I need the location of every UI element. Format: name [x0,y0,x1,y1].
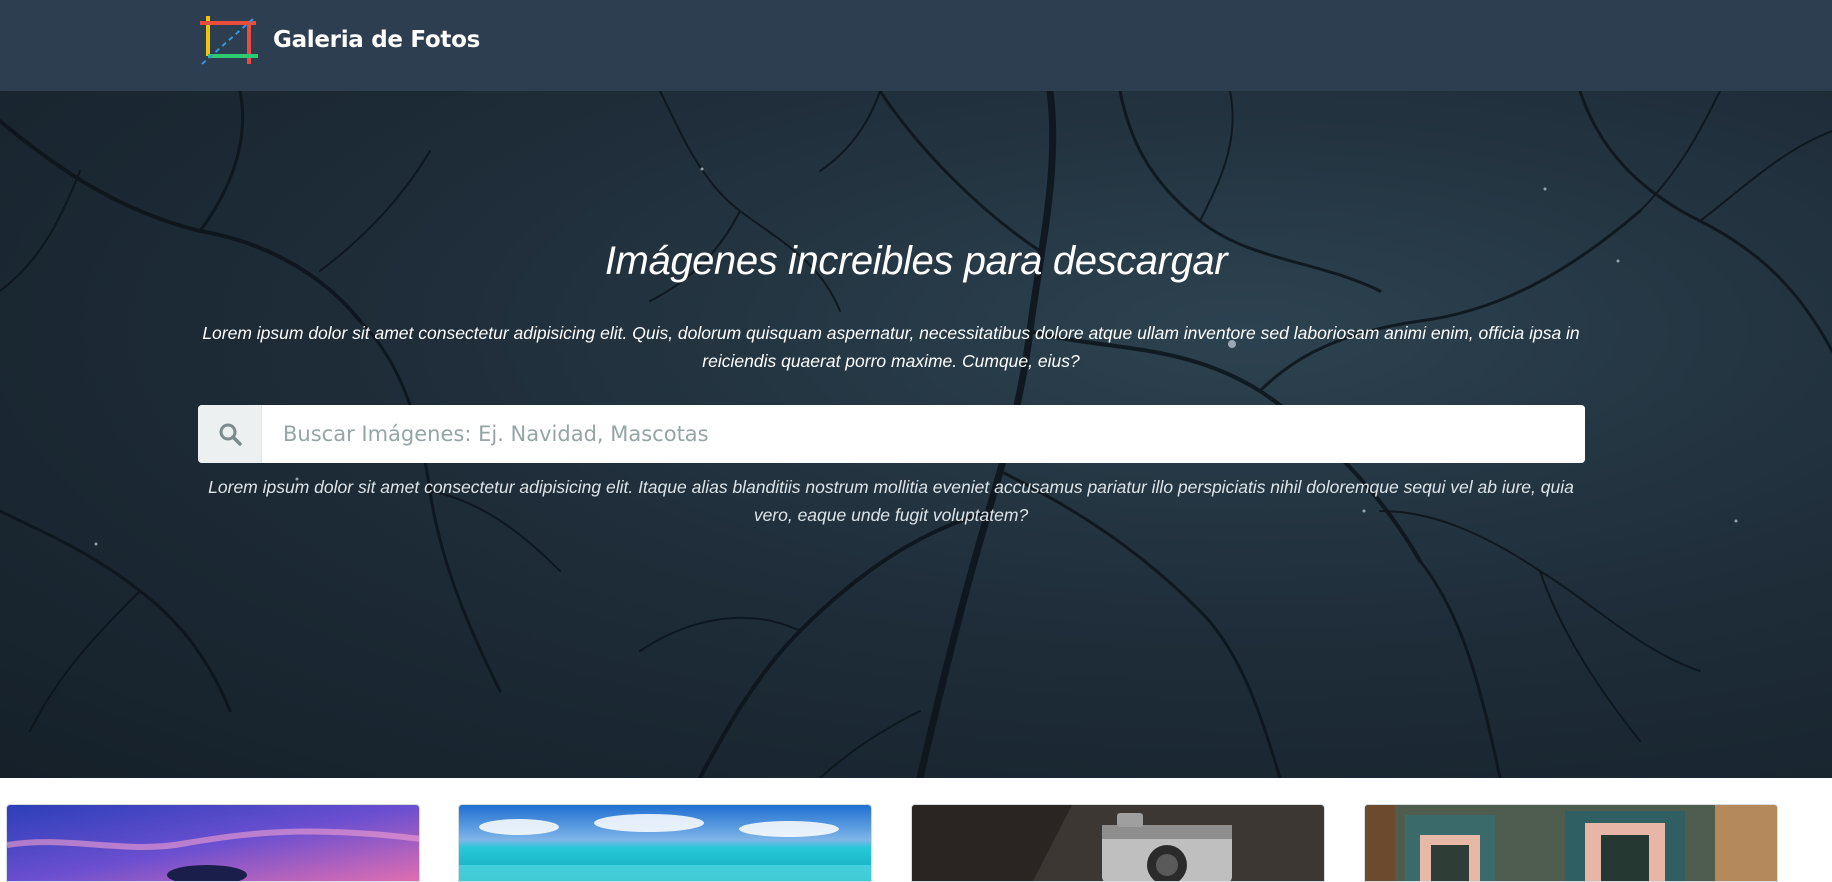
gallery-card-colorful-house[interactable] [1364,804,1778,882]
colorful-house-photo [1365,805,1777,881]
gallery-card-sunset-sea[interactable] [6,804,420,882]
hero-section: Imágenes increibles para descargar Lorem… [0,91,1832,778]
brand-title: Galeria de Fotos [273,27,480,53]
gallery-card-tropical-beach[interactable] [458,804,872,882]
hero-title: Imágenes increibles para descargar [604,239,1228,283]
image-gallery [0,804,1832,882]
tropical-beach-photo [459,805,871,881]
search-icon [219,423,242,446]
brand-link[interactable]: Galeria de Fotos [198,14,480,66]
sunset-sea-photo [7,805,419,881]
vintage-camera-photo [912,805,1324,881]
navbar: Galeria de Fotos [0,0,1832,91]
hero-lead-text: Lorem ipsum dolor sit amet consectetur a… [202,323,1580,371]
crop-frame-logo-icon [200,16,258,65]
search-input[interactable] [262,405,1585,463]
search-help-text: Lorem ipsum dolor sit amet consectetur a… [208,477,1574,525]
gallery-card-vintage-camera[interactable] [911,804,1325,882]
search-button[interactable] [198,405,262,463]
search-form [198,405,1585,463]
